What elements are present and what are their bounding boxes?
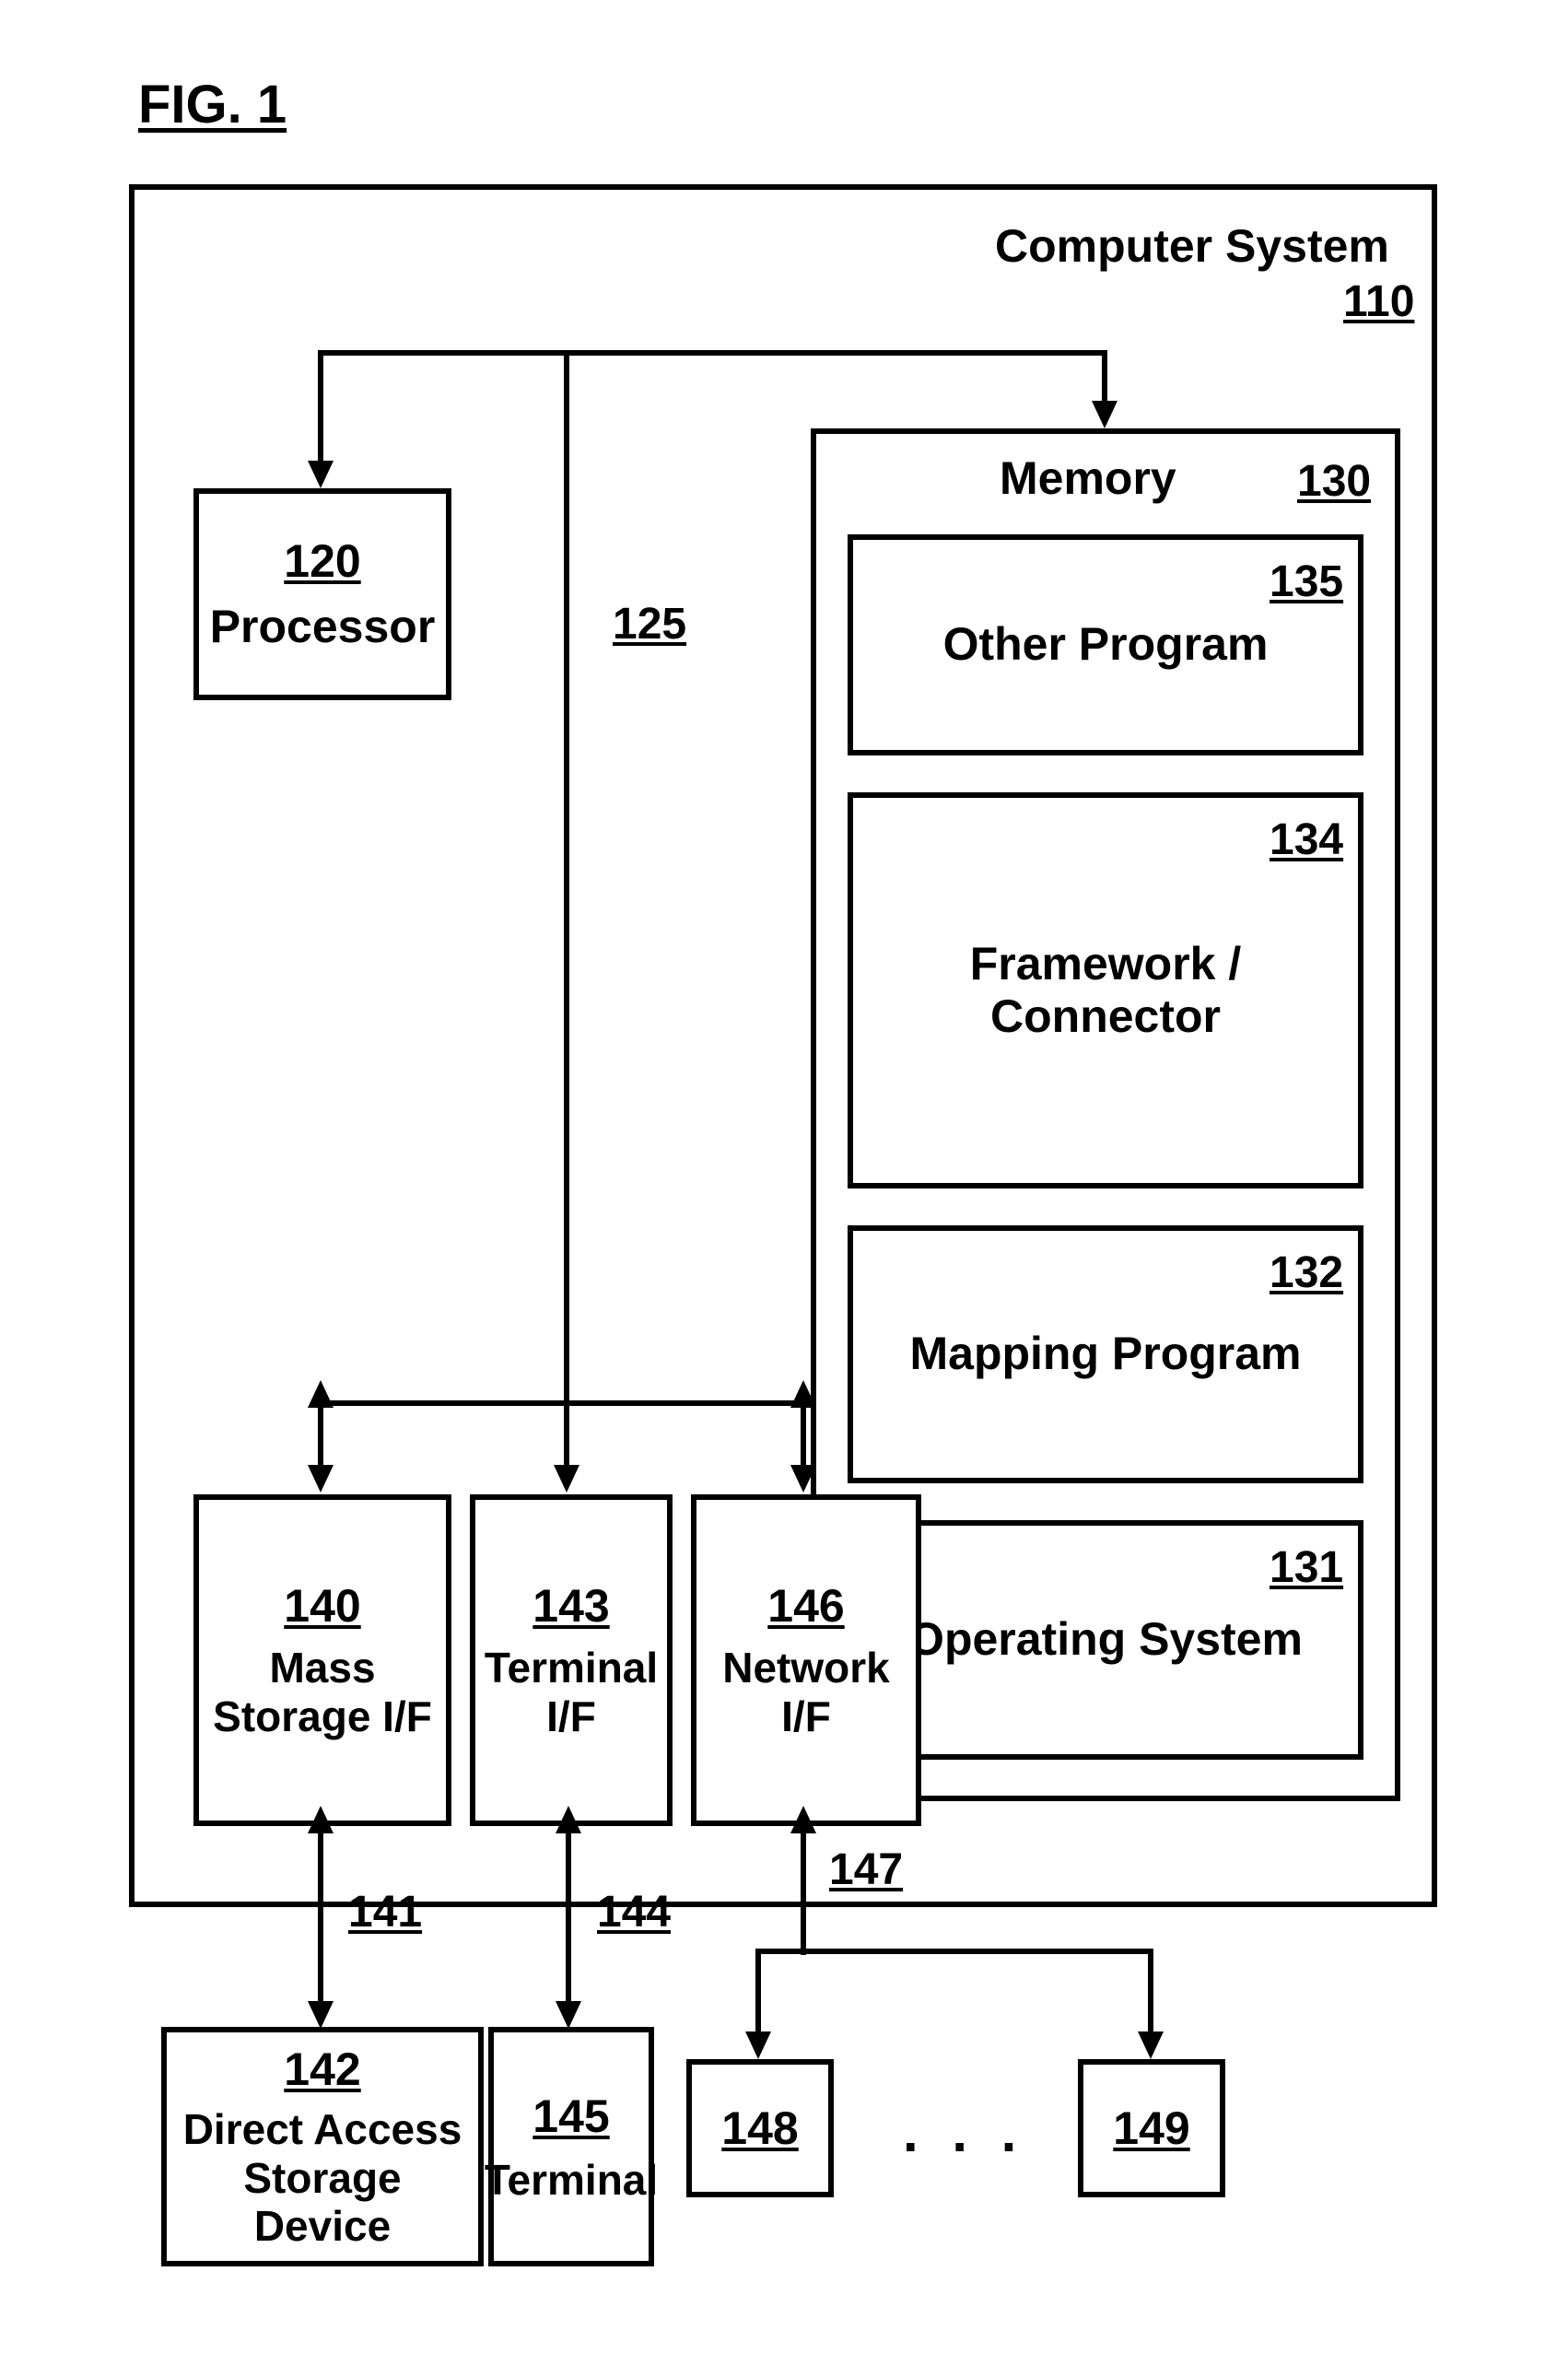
computer-system-label: Computer System xyxy=(995,219,1389,273)
network-fan-horiz xyxy=(755,1949,1152,1954)
terminal-ref: 145 xyxy=(532,2090,609,2143)
processor-ref: 120 xyxy=(284,534,360,588)
mass-link-ref: 141 xyxy=(348,1887,422,1938)
ellipsis: . . . xyxy=(903,2101,1025,2164)
bus-if-horizontal xyxy=(318,1400,806,1406)
mass-link-arrow-up xyxy=(308,1806,333,1833)
computer-system-ref: 110 xyxy=(1343,276,1414,327)
framework-ref: 134 xyxy=(1270,814,1343,865)
terminal-link-line xyxy=(566,1826,571,2010)
bus-horizontal xyxy=(318,350,1106,356)
network-drop-149 xyxy=(1148,1949,1153,2041)
dasd-box: 142 Direct Access Storage Device xyxy=(161,2027,484,2266)
network-drop-148-arrow xyxy=(745,2031,771,2059)
terminal-link-ref: 144 xyxy=(597,1887,671,1938)
dasd-label: Direct Access Storage Device xyxy=(167,2105,478,2252)
other-program-ref: 135 xyxy=(1270,556,1343,607)
mapping-label: Mapping Program xyxy=(909,1328,1301,1381)
other-program-label: Other Program xyxy=(943,618,1269,672)
mass-storage-if-box: 140 Mass Storage I/F xyxy=(193,1494,451,1826)
bus-center-vertical xyxy=(564,350,569,1400)
network-if-ref: 146 xyxy=(767,1579,844,1633)
bus-ref: 125 xyxy=(613,599,686,650)
mapping-ref: 132 xyxy=(1270,1247,1343,1298)
terminal-label: Terminal xyxy=(479,2156,663,2205)
network-link-arrow-up xyxy=(790,1806,816,1833)
network-if-box: 146 Network I/F xyxy=(691,1494,921,1826)
terminal-if-label: Terminal I/F xyxy=(475,1644,667,1741)
network-link-vert xyxy=(801,1826,806,1955)
figure-title: FIG. 1 xyxy=(138,74,287,135)
mass-storage-if-ref: 140 xyxy=(284,1579,360,1633)
mass-link-line xyxy=(318,1826,323,2010)
terminal-if-ref: 143 xyxy=(532,1579,609,1633)
dasd-ref: 142 xyxy=(284,2043,360,2096)
terminal-if-box: 143 Terminal I/F xyxy=(470,1494,673,1826)
bus-drop-mass xyxy=(318,1400,323,1474)
bus-drop-term xyxy=(564,1400,569,1474)
bus-drop-term-arrow xyxy=(554,1465,579,1493)
net-box-148-ref: 148 xyxy=(721,2102,798,2155)
bus-drop-mass-arrow-up xyxy=(308,1380,333,1408)
network-link-ref: 147 xyxy=(829,1844,903,1895)
terminal-box: 145 Terminal xyxy=(488,2027,654,2266)
bus-drop-net xyxy=(801,1400,806,1474)
framework-label: Framework / Connector xyxy=(853,938,1358,1044)
os-label: Operating System xyxy=(908,1613,1303,1667)
os-ref: 131 xyxy=(1270,1542,1343,1593)
terminal-link-arrow-up xyxy=(556,1806,581,1833)
bus-to-processor-arrow xyxy=(308,461,333,488)
mass-link-arrow-down xyxy=(308,2001,333,2029)
net-box-149-ref: 149 xyxy=(1113,2102,1189,2155)
bus-drop-mass-arrow xyxy=(308,1465,333,1493)
net-box-149: 149 xyxy=(1078,2059,1225,2197)
network-if-label: Network I/F xyxy=(696,1644,916,1741)
bus-to-memory-arrow xyxy=(1092,401,1117,428)
net-box-148: 148 xyxy=(686,2059,834,2197)
processor-label: Processor xyxy=(210,601,436,654)
memory-label: Memory xyxy=(1000,451,1176,505)
network-drop-149-arrow xyxy=(1138,2031,1164,2059)
bus-left-leg xyxy=(318,350,323,470)
terminal-link-arrow-down xyxy=(556,2001,581,2029)
processor-box: 120 Processor xyxy=(193,488,451,700)
network-drop-148 xyxy=(755,1949,761,2041)
mass-storage-if-label: Mass Storage I/F xyxy=(199,1644,446,1741)
memory-ref: 130 xyxy=(1297,456,1371,507)
